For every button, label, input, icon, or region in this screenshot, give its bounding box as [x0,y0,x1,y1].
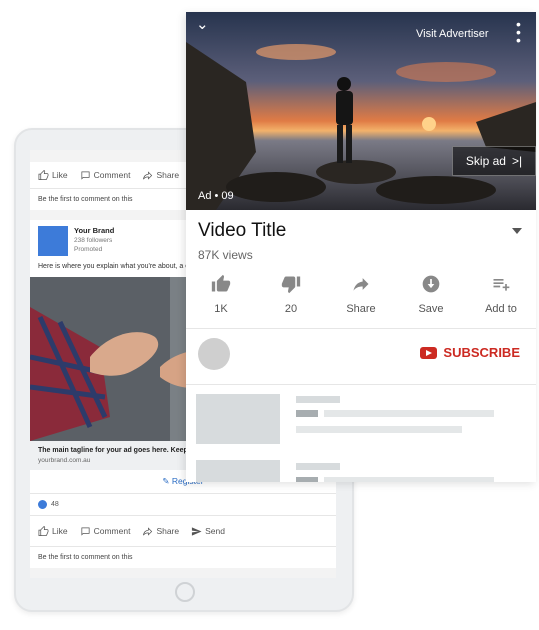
pencil-icon: ✎ [162,476,172,487]
expand-description-icon[interactable] [512,228,522,234]
thumbs-up-icon [38,169,49,180]
youtube-screen: ⌄ Visit Advertiser • • • Ad • 09 Skip ad >… [186,12,536,482]
suggested-video-title-placeholder [296,463,340,470]
suggested-video-meta-placeholder [324,477,494,482]
more-options-icon[interactable]: • • • [516,17,521,47]
suggested-video-channel-placeholder [296,410,318,417]
comment-label: Comment [93,170,131,180]
reaction-count[interactable]: 48 [30,494,336,517]
like-button-bottom[interactable]: Like [38,525,68,537]
share-label: Share [346,303,376,315]
video-player[interactable]: ⌄ Visit Advertiser • • • Ad • 09 Skip ad >… [186,12,536,210]
dislike-count: 20 [284,303,298,315]
promoted-label: Promoted [74,246,103,253]
comment-icon [81,170,90,180]
suggested-video-thumbnail[interactable] [196,460,280,482]
share-button-bottom[interactable]: Share [142,526,179,537]
brand-logo[interactable] [38,226,68,256]
home-button[interactable] [175,582,195,602]
like-video-button[interactable]: 1K [190,274,252,328]
thumbs-down-icon [281,276,301,294]
suggested-video-channel-placeholder [296,477,318,482]
follower-count: 238 followers [74,237,113,244]
youtube-logo-icon [420,346,438,359]
like-reaction-icon [38,500,47,510]
save-video-button[interactable]: Save [400,274,462,328]
dislike-video-button[interactable]: 20 [260,274,322,328]
brand-name[interactable]: Your Brand [74,226,114,235]
playlist-add-icon [493,279,510,291]
like-button[interactable]: Like [38,169,68,181]
share-icon [143,527,153,536]
suggested-video-meta-placeholder [296,426,462,433]
likes-count: 48 [51,501,59,509]
share-label: Share [156,170,180,180]
send-icon [192,527,202,536]
view-count: 87K views [198,248,253,262]
share-button[interactable]: Share [142,170,179,181]
suggested-video-title-placeholder [296,396,340,403]
suggested-video-meta-placeholder [324,410,494,417]
visit-advertiser-link[interactable]: Visit Advertiser [416,28,489,40]
share-label: Share [156,526,180,537]
collapse-chevron-icon[interactable]: ⌄ [196,15,209,33]
comment-label: Comment [93,526,131,537]
like-label: Like [52,170,68,180]
share-video-button[interactable]: Share [330,274,392,328]
download-icon [422,275,440,293]
video-title: Video Title [198,220,287,241]
thumbs-up-icon [38,525,49,536]
send-label: Send [205,526,225,537]
add-to-playlist-button[interactable]: Add to [470,274,532,328]
comment-button[interactable]: Comment [80,170,131,181]
like-count: 1K [214,303,228,315]
subscribe-button[interactable]: SUBSCRIBE [420,345,520,360]
first-comment-note-bottom: Be the first to comment on this [30,546,336,569]
add-to-label: Add to [485,303,517,315]
skip-ad-label: Skip ad [465,154,506,168]
share-icon [353,278,369,291]
subscribe-label: SUBSCRIBE [443,345,520,360]
video-actions: 1K 20 Share Save Add to [186,274,536,329]
like-label: Like [52,526,68,537]
share-icon [143,170,153,180]
send-button[interactable]: Send [191,526,225,537]
save-label: Save [418,303,444,315]
comment-button-bottom[interactable]: Comment [80,526,131,537]
channel-avatar[interactable] [198,338,230,370]
thumbs-up-icon [211,274,231,292]
channel-row: SUBSCRIBE [186,328,536,385]
skip-next-icon: >| [511,154,523,168]
ad-countdown: Ad • 09 [198,190,234,202]
skip-ad-button[interactable]: Skip ad >| [452,146,536,176]
video-info: Video Title 87K views [198,220,528,262]
sunset-video-frame [186,12,536,210]
comment-icon [81,527,90,536]
suggested-video-thumbnail[interactable] [196,394,280,444]
post-actions-bottom: Like Comment Share Send [30,516,336,547]
